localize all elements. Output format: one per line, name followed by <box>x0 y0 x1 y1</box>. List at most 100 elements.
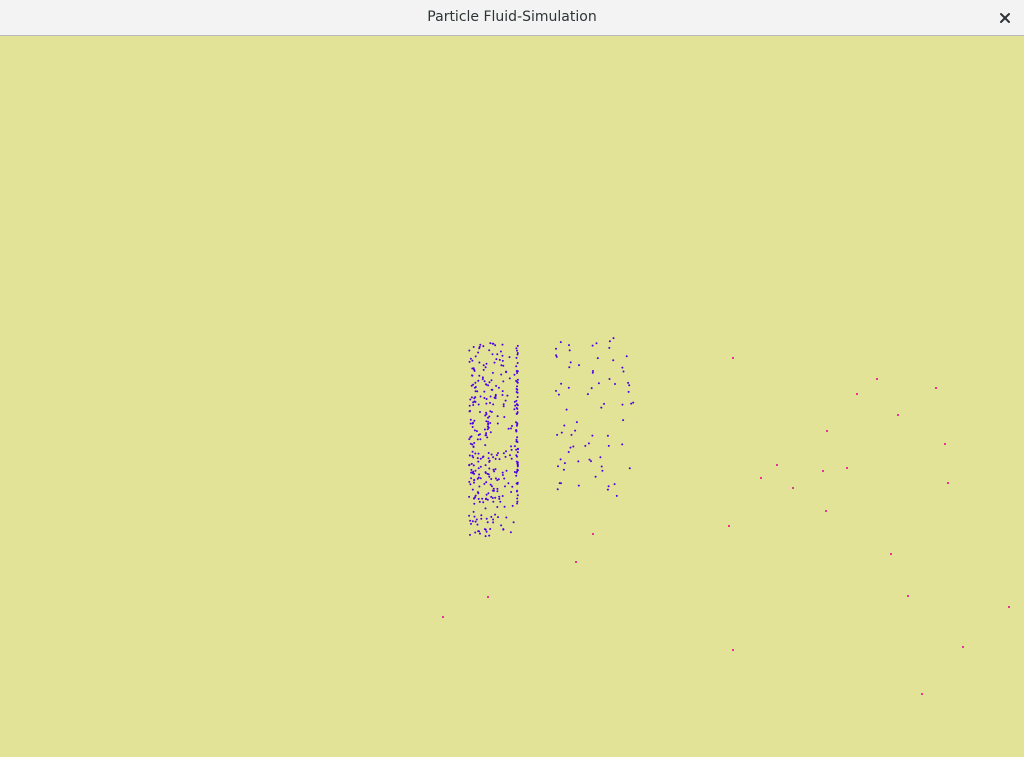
fluid-particle <box>492 456 495 459</box>
fluid-particle <box>577 484 580 487</box>
fluid-particle <box>588 458 591 461</box>
fluid-particle <box>488 475 491 478</box>
fluid-particle <box>500 373 503 376</box>
fluid-particle <box>478 473 481 476</box>
fluid-particle <box>485 398 488 400</box>
title-bar[interactable]: Particle Fluid-Simulation <box>0 0 1024 36</box>
fluid-particle <box>471 422 474 425</box>
fluid-particle <box>496 506 499 508</box>
fluid-particle <box>608 340 611 343</box>
fast-particle <box>442 616 444 618</box>
fluid-particle <box>485 362 488 365</box>
fluid-particle <box>591 434 594 437</box>
fluid-particle <box>476 523 479 526</box>
fast-particle <box>792 487 794 489</box>
fluid-particle <box>627 381 630 384</box>
fluid-particle <box>515 460 518 463</box>
fluid-particle <box>479 438 482 441</box>
fluid-particle <box>568 349 571 352</box>
fluid-particle <box>496 487 499 490</box>
fluid-particle <box>490 478 493 480</box>
fluid-particle <box>477 351 480 354</box>
fluid-particle <box>492 500 495 503</box>
fluid-particle <box>474 390 477 393</box>
fluid-particle <box>487 457 490 460</box>
fluid-particle <box>584 444 587 447</box>
fluid-particle <box>494 393 497 396</box>
fluid-particle <box>497 452 499 455</box>
fluid-particle <box>569 361 572 364</box>
fluid-particle <box>516 385 518 388</box>
fluid-particle <box>484 535 487 538</box>
fluid-particle <box>490 453 493 456</box>
fluid-particle <box>560 382 563 385</box>
fluid-particle <box>511 504 514 507</box>
fluid-particle <box>476 477 479 480</box>
fluid-particle <box>479 433 481 436</box>
fluid-particle <box>489 483 492 486</box>
fluid-particle <box>515 474 518 477</box>
fluid-particle <box>473 481 475 484</box>
fluid-particle <box>608 378 611 380</box>
fast-particle <box>592 533 594 535</box>
fast-particle <box>846 467 848 469</box>
fluid-particle <box>487 423 490 426</box>
fluid-particle <box>481 378 484 381</box>
fluid-particle <box>494 344 497 347</box>
fluid-particle <box>483 380 486 383</box>
fluid-particle <box>599 456 602 459</box>
fluid-particle <box>512 521 515 524</box>
fast-particle <box>732 357 734 359</box>
fluid-particle <box>555 347 557 350</box>
fluid-particle <box>516 370 519 373</box>
fluid-particle <box>490 495 493 498</box>
fluid-particle <box>506 394 509 397</box>
fluid-particle <box>516 391 519 394</box>
fluid-particle <box>484 507 487 510</box>
fluid-particle <box>496 415 499 418</box>
fluid-particle <box>478 374 481 377</box>
fluid-particle <box>483 482 486 485</box>
fluid-particle <box>516 378 519 381</box>
fluid-particle <box>486 521 489 524</box>
fluid-particle <box>514 404 517 407</box>
fluid-particle <box>515 448 518 451</box>
fluid-particle <box>484 444 487 447</box>
fluid-particle <box>495 454 498 457</box>
fluid-particle <box>468 349 471 352</box>
fluid-particle <box>515 407 518 409</box>
fluid-particle <box>515 412 518 415</box>
fluid-particle <box>487 420 490 423</box>
fluid-particle <box>510 448 513 451</box>
fluid-particle <box>501 359 504 362</box>
fluid-particle <box>570 433 573 436</box>
fluid-particle <box>470 477 473 480</box>
fluid-particle <box>516 396 519 398</box>
fluid-particle <box>490 515 493 518</box>
fluid-particle <box>496 490 499 493</box>
fluid-particle <box>496 479 499 482</box>
fluid-particle <box>622 370 625 373</box>
fluid-particle <box>516 344 519 347</box>
fluid-particle <box>510 427 512 430</box>
fluid-particle <box>515 482 518 485</box>
close-button[interactable] <box>994 7 1016 29</box>
fluid-particle <box>474 520 477 523</box>
fluid-particle <box>492 521 495 524</box>
fluid-particle <box>568 344 570 347</box>
fluid-particle <box>492 518 495 521</box>
fluid-particle <box>477 497 480 500</box>
simulation-canvas[interactable] <box>0 36 1024 757</box>
fluid-particle <box>490 379 493 382</box>
fluid-particle <box>502 364 505 367</box>
fluid-particle <box>630 402 633 405</box>
fast-particle <box>822 470 824 472</box>
fluid-particle <box>471 359 474 362</box>
fluid-particle <box>479 343 482 346</box>
fluid-particle <box>471 426 474 428</box>
fluid-particle <box>515 440 518 443</box>
fluid-particle <box>487 492 490 495</box>
fluid-particle <box>473 502 476 505</box>
fluid-particle <box>516 362 519 364</box>
fluid-particle <box>477 403 480 406</box>
